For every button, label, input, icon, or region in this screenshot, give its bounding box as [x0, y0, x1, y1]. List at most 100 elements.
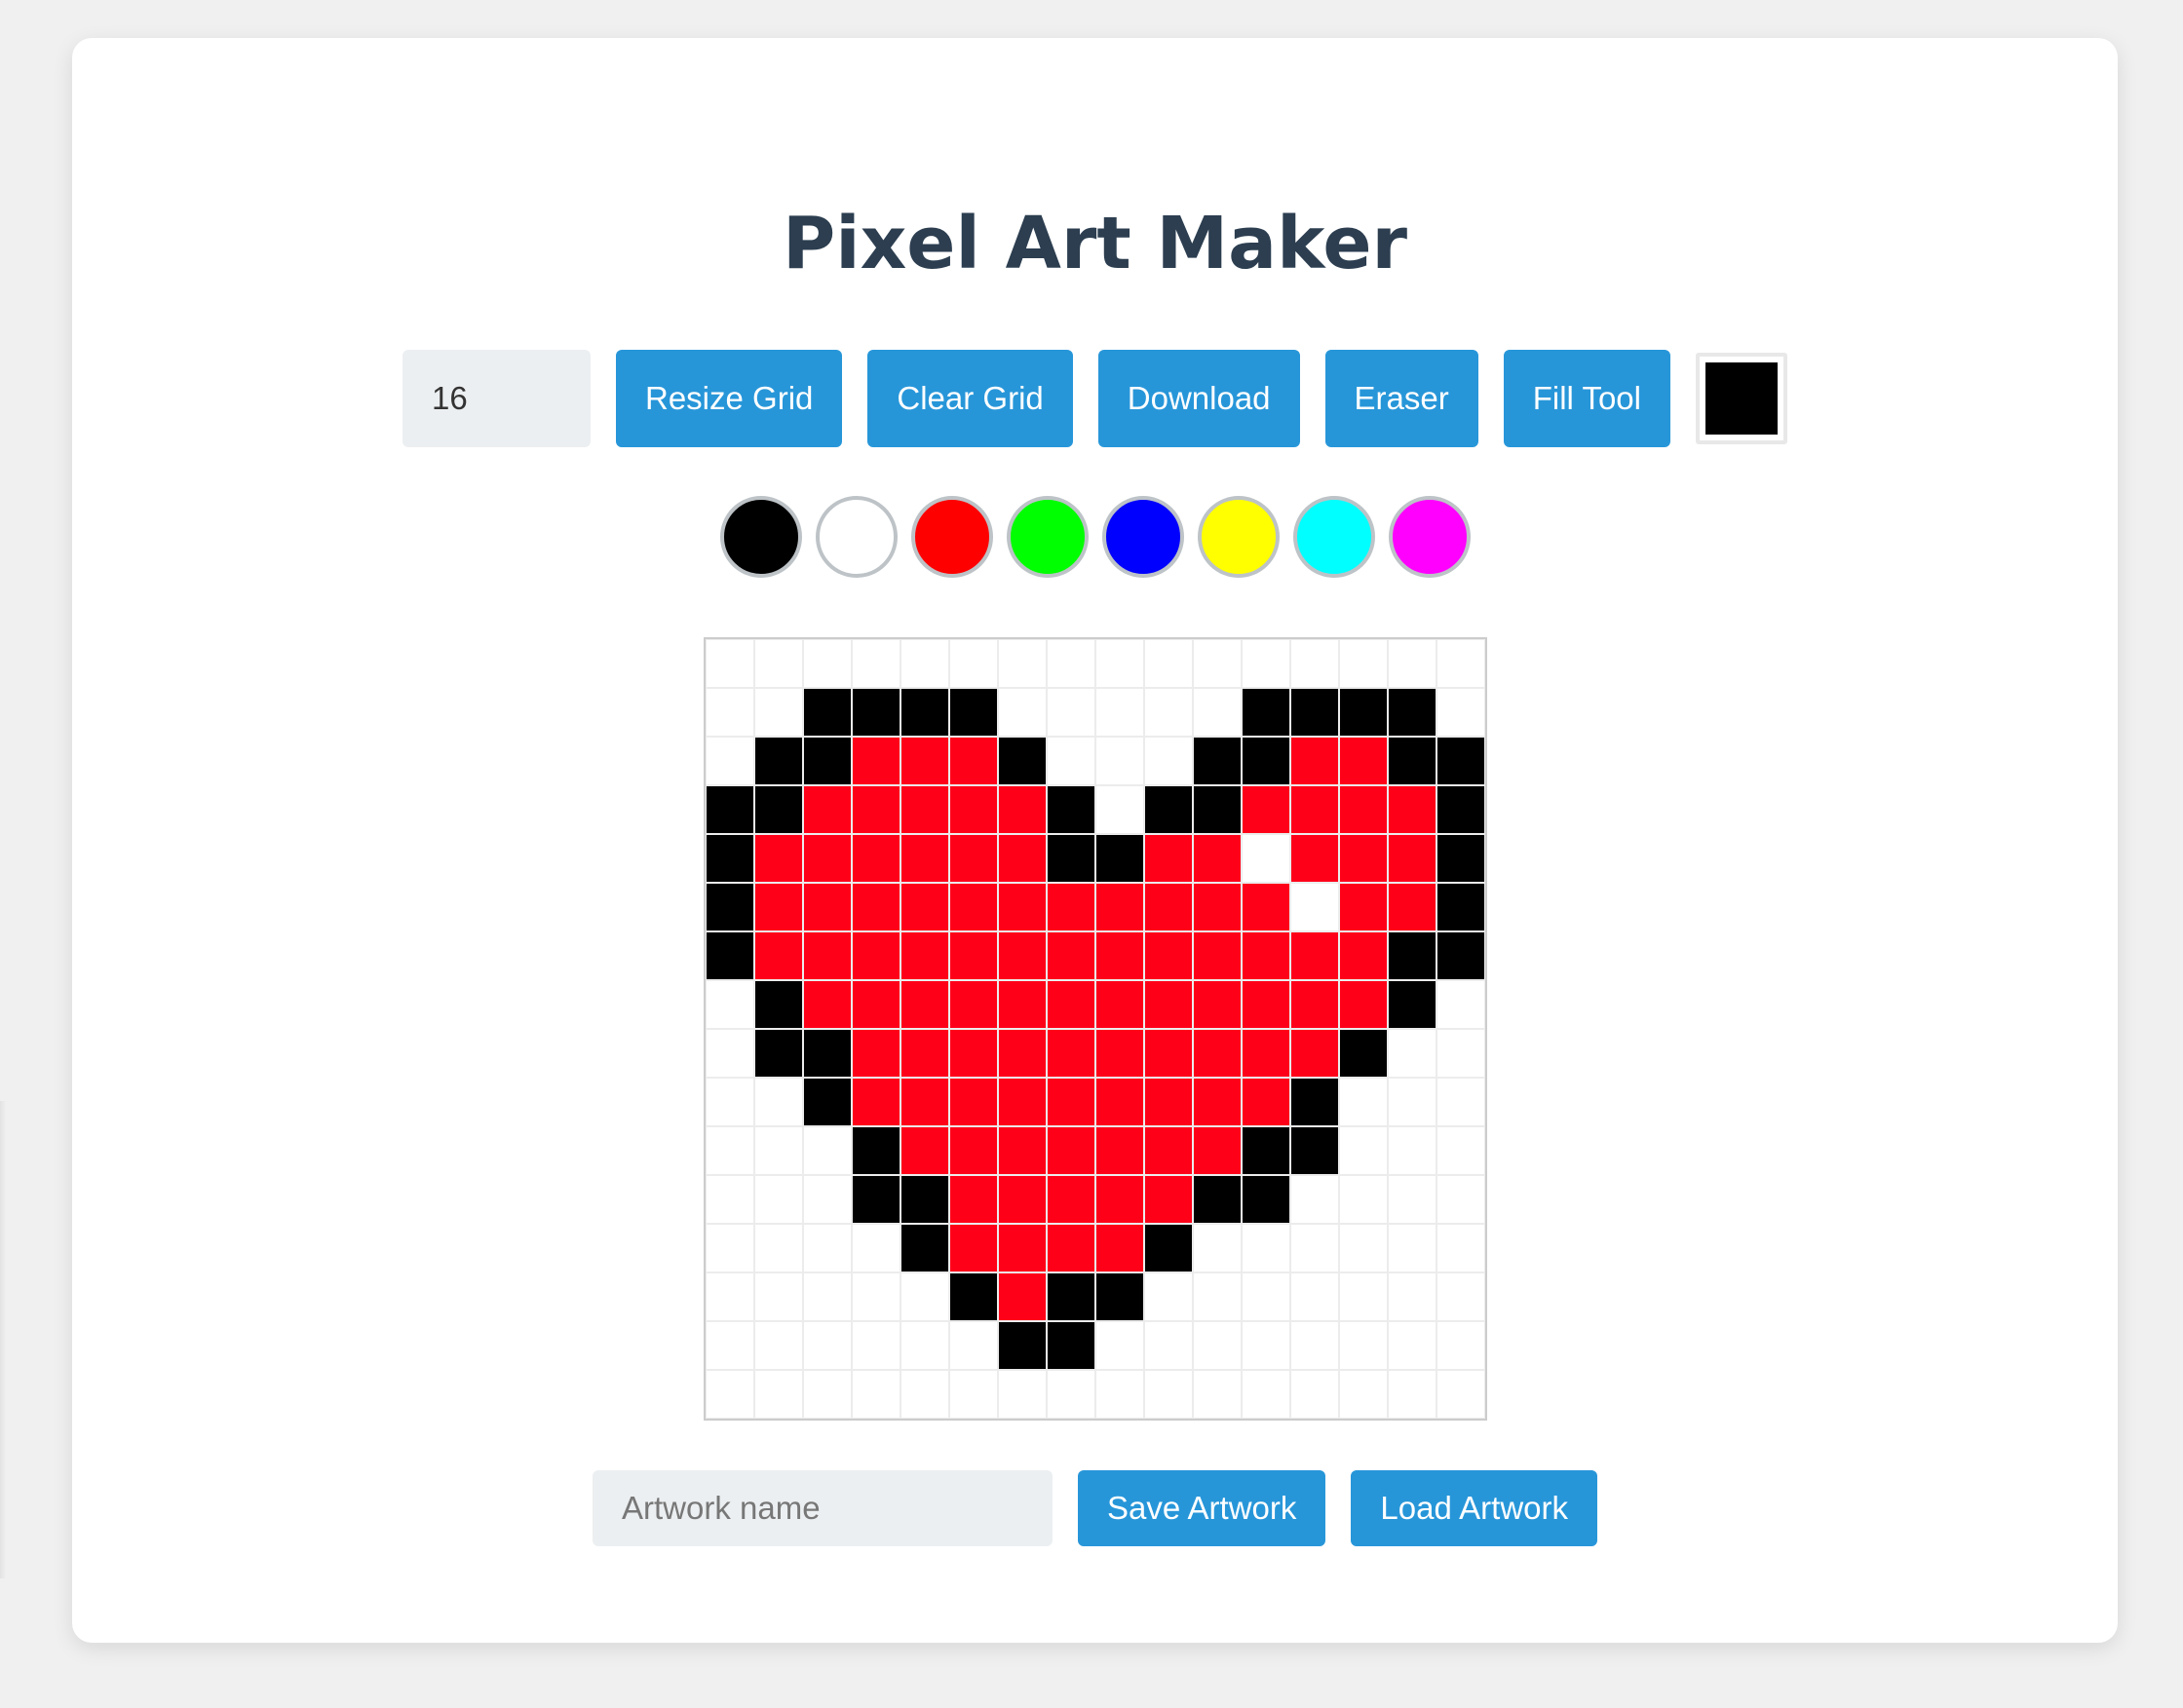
grid-cell[interactable] [1290, 737, 1339, 785]
grid-cell[interactable] [852, 1078, 900, 1126]
grid-cell[interactable] [1193, 834, 1242, 883]
grid-cell[interactable] [1290, 639, 1339, 688]
grid-cell[interactable] [706, 785, 754, 834]
grid-cell[interactable] [1242, 883, 1290, 931]
grid-cell[interactable] [998, 1370, 1047, 1419]
grid-cell[interactable] [998, 737, 1047, 785]
grid-cell[interactable] [998, 1126, 1047, 1175]
grid-cell[interactable] [1388, 980, 1436, 1029]
grid-cell[interactable] [852, 1175, 900, 1224]
grid-cell[interactable] [949, 639, 998, 688]
grid-cell[interactable] [1339, 1078, 1388, 1126]
grid-cell[interactable] [949, 688, 998, 737]
grid-cell[interactable] [1339, 1321, 1388, 1370]
grid-cell[interactable] [803, 1029, 852, 1078]
grid-cell[interactable] [803, 1175, 852, 1224]
grid-cell[interactable] [1436, 883, 1485, 931]
grid-cell[interactable] [1144, 980, 1193, 1029]
grid-cell[interactable] [1242, 1224, 1290, 1272]
grid-cell[interactable] [1047, 1175, 1095, 1224]
grid-cell[interactable] [1047, 980, 1095, 1029]
download-button[interactable]: Download [1097, 350, 1300, 447]
grid-cell[interactable] [1242, 688, 1290, 737]
grid-cell[interactable] [1388, 1224, 1436, 1272]
grid-cell[interactable] [1436, 737, 1485, 785]
grid-cell[interactable] [1095, 1029, 1144, 1078]
grid-cell[interactable] [1339, 931, 1388, 980]
grid-cell[interactable] [900, 688, 949, 737]
grid-cell[interactable] [803, 737, 852, 785]
grid-cell[interactable] [1436, 1126, 1485, 1175]
grid-cell[interactable] [1047, 785, 1095, 834]
grid-cell[interactable] [900, 737, 949, 785]
grid-cell[interactable] [1436, 834, 1485, 883]
grid-cell[interactable] [900, 1078, 949, 1126]
grid-cell[interactable] [1095, 1272, 1144, 1321]
grid-cell[interactable] [1047, 931, 1095, 980]
palette-color-1[interactable] [719, 496, 802, 578]
grid-cell[interactable] [754, 1029, 803, 1078]
grid-cell[interactable] [1436, 931, 1485, 980]
grid-cell[interactable] [1388, 1029, 1436, 1078]
grid-cell[interactable] [1339, 737, 1388, 785]
grid-cell[interactable] [1388, 1126, 1436, 1175]
grid-cell[interactable] [1339, 1175, 1388, 1224]
grid-cell[interactable] [1095, 883, 1144, 931]
grid-cell[interactable] [852, 1321, 900, 1370]
grid-cell[interactable] [803, 1126, 852, 1175]
grid-cell[interactable] [1436, 688, 1485, 737]
grid-cell[interactable] [754, 834, 803, 883]
grid-cell[interactable] [1339, 688, 1388, 737]
grid-cell[interactable] [1388, 737, 1436, 785]
grid-cell[interactable] [1388, 639, 1436, 688]
grid-cell[interactable] [852, 1272, 900, 1321]
grid-cell[interactable] [1095, 785, 1144, 834]
grid-cell[interactable] [1290, 785, 1339, 834]
grid-cell[interactable] [1095, 980, 1144, 1029]
grid-cell[interactable] [1339, 1272, 1388, 1321]
grid-cell[interactable] [1290, 1370, 1339, 1419]
grid-cell[interactable] [1095, 1370, 1144, 1419]
grid-cell[interactable] [754, 785, 803, 834]
grid-cell[interactable] [1242, 737, 1290, 785]
grid-cell[interactable] [998, 980, 1047, 1029]
save-artwork-button[interactable]: Save Artwork [1077, 1470, 1326, 1546]
grid-cell[interactable] [1242, 785, 1290, 834]
palette-color-7[interactable] [1292, 496, 1375, 578]
grid-cell[interactable] [754, 1126, 803, 1175]
grid-cell[interactable] [754, 1224, 803, 1272]
grid-cell[interactable] [852, 1029, 900, 1078]
grid-cell[interactable] [1047, 883, 1095, 931]
grid-cell[interactable] [900, 1321, 949, 1370]
grid-cell[interactable] [1290, 883, 1339, 931]
grid-cell[interactable] [1290, 1029, 1339, 1078]
grid-cell[interactable] [706, 1029, 754, 1078]
grid-cell[interactable] [900, 834, 949, 883]
grid-cell[interactable] [1339, 980, 1388, 1029]
grid-cell[interactable] [949, 1370, 998, 1419]
grid-cell[interactable] [803, 1224, 852, 1272]
grid-cell[interactable] [900, 1224, 949, 1272]
grid-cell[interactable] [1388, 834, 1436, 883]
grid-cell[interactable] [1290, 980, 1339, 1029]
grid-cell[interactable] [1193, 688, 1242, 737]
grid-cell[interactable] [949, 883, 998, 931]
grid-cell[interactable] [1193, 1321, 1242, 1370]
grid-cell[interactable] [1339, 1370, 1388, 1419]
grid-cell[interactable] [803, 1370, 852, 1419]
grid-cell[interactable] [1436, 639, 1485, 688]
grid-cell[interactable] [949, 1224, 998, 1272]
grid-cell[interactable] [1047, 737, 1095, 785]
grid-cell[interactable] [1193, 1078, 1242, 1126]
grid-cell[interactable] [754, 1175, 803, 1224]
grid-cell[interactable] [1193, 737, 1242, 785]
grid-cell[interactable] [1144, 1029, 1193, 1078]
grid-cell[interactable] [1144, 1321, 1193, 1370]
load-artwork-button[interactable]: Load Artwork [1351, 1470, 1598, 1546]
grid-cell[interactable] [706, 1126, 754, 1175]
grid-cell[interactable] [1144, 834, 1193, 883]
grid-cell[interactable] [1290, 1272, 1339, 1321]
grid-cell[interactable] [949, 1126, 998, 1175]
grid-cell[interactable] [1242, 1175, 1290, 1224]
grid-cell[interactable] [1242, 834, 1290, 883]
